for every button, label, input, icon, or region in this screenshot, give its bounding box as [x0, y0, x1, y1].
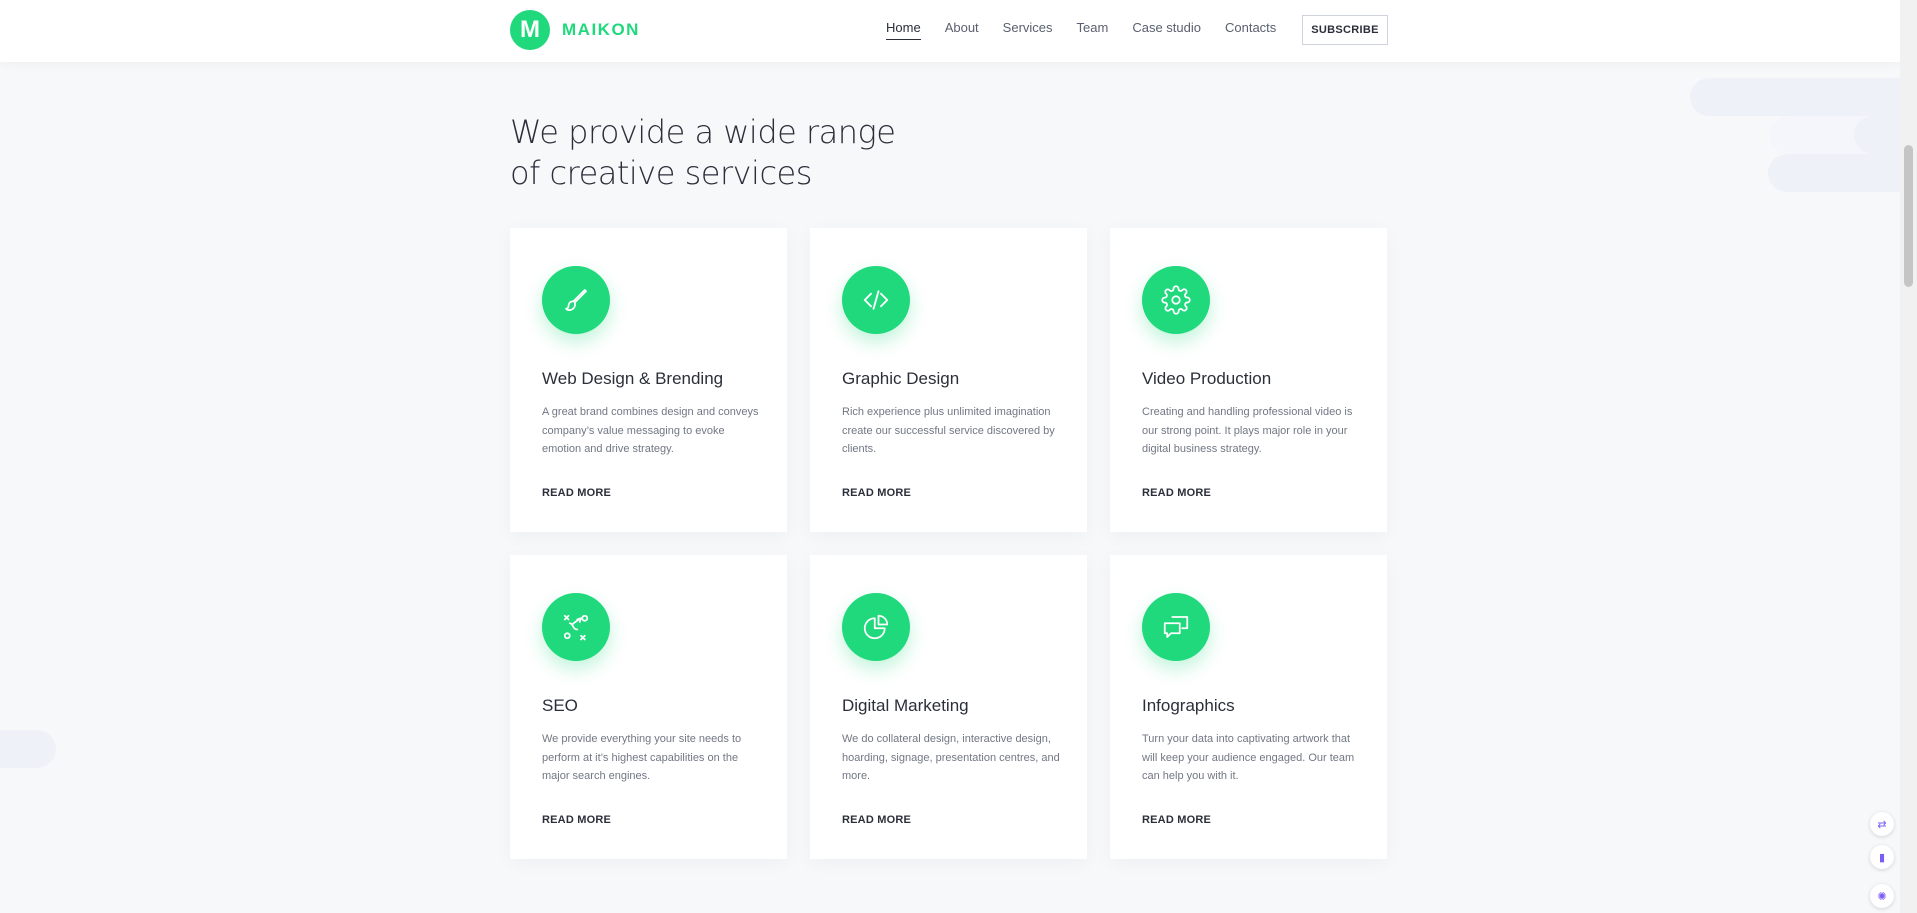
- read-more-link[interactable]: READ MORE: [842, 487, 911, 499]
- read-more-link[interactable]: READ MORE: [542, 487, 611, 499]
- card-title: Digital Marketing: [842, 696, 969, 715]
- card-description: Turn your data into captivating artwork …: [1142, 733, 1355, 782]
- card-description: We provide everything your site needs to…: [542, 733, 742, 782]
- service-card: Infographics Turn your data into captiva…: [1110, 555, 1387, 859]
- read-more-link[interactable]: READ MORE: [1142, 487, 1211, 499]
- service-card: Video Production Creating and handling p…: [1110, 228, 1387, 532]
- section-heading: We provide a wide range of creative serv…: [510, 112, 896, 194]
- card-description: We do collateral design, interactive des…: [842, 733, 1060, 782]
- service-card: Graphic Design Rich experience plus unli…: [810, 228, 1087, 532]
- brush-icon: [542, 266, 610, 334]
- card-title: Infographics: [1142, 696, 1235, 715]
- card-title: Web Design & Brending: [542, 369, 724, 388]
- heading-line-2: of creative services: [510, 154, 812, 192]
- card-title: SEO: [542, 696, 578, 715]
- service-card: Web Design & Brending A great brand comb…: [510, 228, 787, 532]
- card-description: A great brand combines design and convey…: [542, 406, 759, 455]
- nav-item-team[interactable]: Team: [1077, 20, 1109, 40]
- heading-line-1: We provide a wide range: [510, 113, 896, 151]
- logo[interactable]: M MAIKON: [510, 10, 640, 50]
- read-more-link[interactable]: READ MORE: [842, 814, 911, 826]
- nav-item-about[interactable]: About: [945, 20, 979, 40]
- chat-icon: [1142, 593, 1210, 661]
- pie-chart-icon: [842, 593, 910, 661]
- read-more-link[interactable]: READ MORE: [542, 814, 611, 826]
- strategy-icon: [542, 593, 610, 661]
- nav-item-services[interactable]: Services: [1003, 20, 1053, 40]
- site-header: M MAIKON Home About Services Team Case s…: [0, 0, 1900, 62]
- service-card: SEO We provide everything your site need…: [510, 555, 787, 859]
- decor-cloud: [1768, 154, 1917, 192]
- nav-item-case-studio[interactable]: Case studio: [1132, 20, 1201, 40]
- logo-text: MAIKON: [562, 20, 640, 39]
- decor-cloud: [0, 730, 56, 768]
- code-icon: [842, 266, 910, 334]
- main-nav: Home About Services Team Case studio Con…: [886, 20, 1276, 40]
- reader-icon[interactable]: ▮: [1870, 845, 1894, 869]
- decor-cloud: [1690, 78, 1917, 116]
- scrollbar-thumb[interactable]: [1904, 145, 1913, 287]
- card-title: Video Production: [1142, 369, 1272, 388]
- gear-icon: [1142, 266, 1210, 334]
- logo-mark: M: [510, 10, 550, 50]
- card-title: Graphic Design: [842, 369, 960, 388]
- page-scrollbar[interactable]: [1900, 0, 1917, 913]
- services-grid: Web Design & Brending A great brand comb…: [510, 228, 1387, 859]
- card-description: Creating and handling professional video…: [1142, 406, 1353, 455]
- translate-icon[interactable]: ⇄: [1870, 812, 1894, 836]
- card-description: Rich experience plus unlimited imaginati…: [842, 406, 1055, 455]
- nav-item-contacts[interactable]: Contacts: [1225, 20, 1276, 40]
- assistant-icon[interactable]: ✺: [1870, 884, 1894, 908]
- service-card: Digital Marketing We do collateral desig…: [810, 555, 1087, 859]
- subscribe-button[interactable]: SUBSCRIBE: [1302, 15, 1388, 45]
- read-more-link[interactable]: READ MORE: [1142, 814, 1211, 826]
- nav-item-home[interactable]: Home: [886, 20, 921, 40]
